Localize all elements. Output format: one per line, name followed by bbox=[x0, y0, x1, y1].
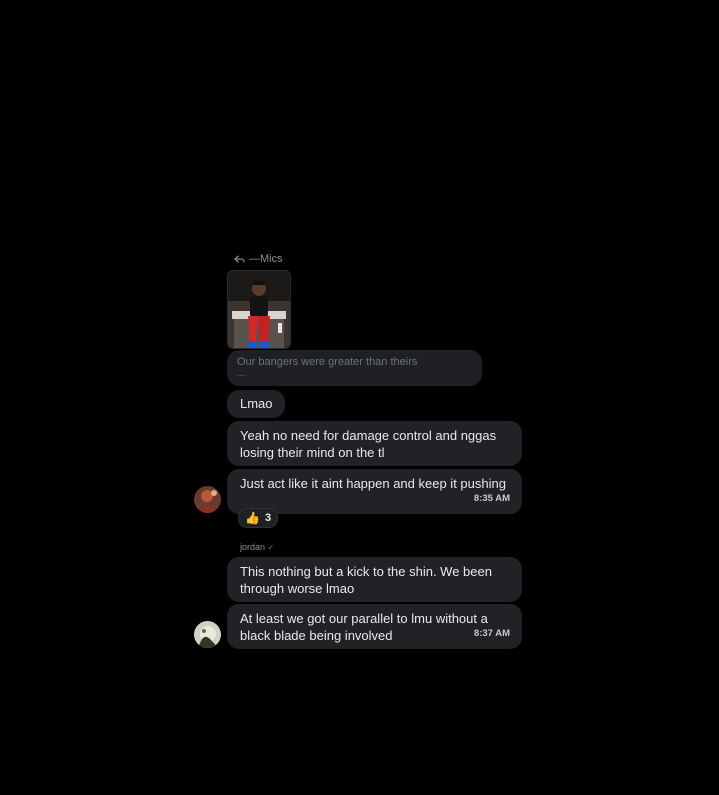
user-avatar-image bbox=[194, 621, 221, 648]
message-bubble[interactable]: At least we got our parallel to lmu with… bbox=[227, 604, 522, 649]
message-text: Yeah no need for damage control and ngga… bbox=[240, 428, 497, 460]
message-bubble[interactable]: Lmao bbox=[227, 390, 285, 418]
quoted-text: Our bangers were greater than theirs bbox=[237, 356, 418, 368]
message-text: Just act like it aint happen and keep it… bbox=[240, 476, 506, 491]
thumbs-up-icon: 👍 bbox=[245, 511, 260, 525]
reply-reference[interactable]: —Mics bbox=[234, 253, 283, 265]
message-bubble[interactable]: Yeah no need for damage control and ngga… bbox=[227, 421, 522, 466]
sender-name[interactable]: jordan ✓ bbox=[240, 542, 274, 552]
shared-photo[interactable] bbox=[227, 270, 291, 349]
reaction-count: 3 bbox=[264, 512, 272, 524]
message-timestamp: 8:35 AM bbox=[473, 492, 510, 504]
reaction-badge[interactable]: 👍 3 bbox=[238, 508, 279, 528]
quoted-ellipsis: ... bbox=[237, 368, 246, 379]
user-avatar-image bbox=[194, 486, 221, 513]
quoted-message[interactable]: Our bangers were greater than theirs ... bbox=[227, 350, 482, 386]
message-text: This nothing but a kick to the shin. We … bbox=[240, 564, 492, 596]
message-bubble[interactable]: This nothing but a kick to the shin. We … bbox=[227, 557, 522, 602]
avatar[interactable] bbox=[194, 486, 221, 513]
message-text: At least we got our parallel to lmu with… bbox=[240, 611, 488, 643]
message-text: Lmao bbox=[240, 396, 273, 411]
reply-target-name: —Mics bbox=[249, 253, 283, 265]
avatar[interactable] bbox=[194, 621, 221, 648]
reply-icon bbox=[234, 254, 245, 263]
photo-thumbnail-image bbox=[228, 271, 290, 348]
check-icon: ✓ bbox=[267, 543, 275, 552]
message-timestamp: 8:37 AM bbox=[473, 627, 510, 639]
message-bubble[interactable]: Just act like it aint happen and keep it… bbox=[227, 469, 522, 514]
